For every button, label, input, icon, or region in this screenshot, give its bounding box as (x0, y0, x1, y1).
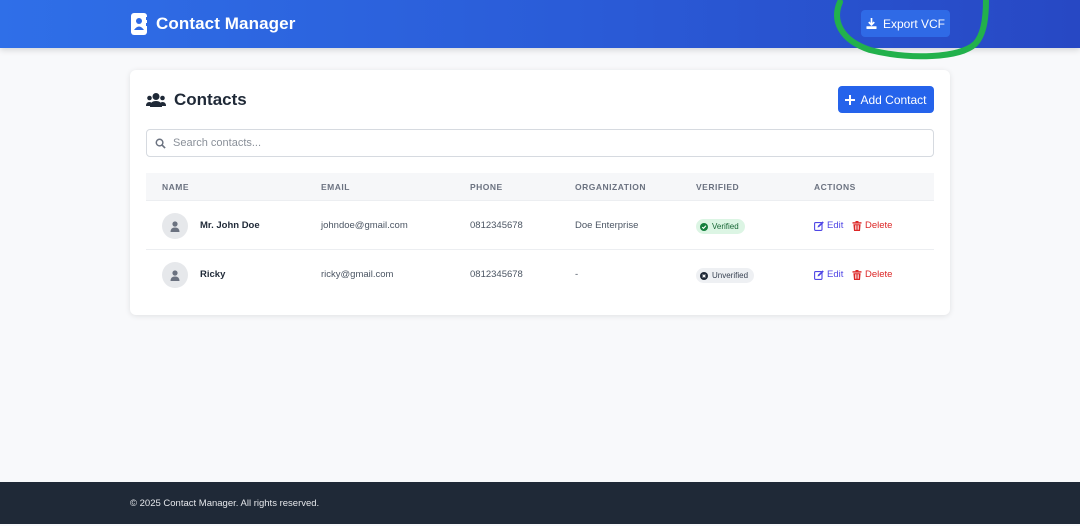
contact-name: Ricky (200, 269, 226, 280)
contacts-card: Contacts Add Contact Name Email Phone Or… (130, 70, 950, 315)
column-header-email: Email (321, 182, 350, 192)
search-box (146, 129, 934, 157)
delete-button[interactable]: Delete (852, 250, 892, 299)
search-input[interactable] (173, 130, 923, 156)
delete-label: Delete (865, 220, 893, 231)
card-header: Contacts (146, 90, 247, 110)
avatar (162, 213, 188, 239)
plus-icon (845, 94, 856, 105)
table-row: Ricky ricky@gmail.com 0812345678 - Unver… (146, 250, 934, 299)
navbar: Contact Manager Export VCF (0, 0, 1080, 48)
search-icon (155, 138, 166, 149)
check-circle-icon (700, 222, 708, 231)
table-row: Mr. John Doe johndoe@gmail.com 081234567… (146, 201, 934, 250)
edit-button[interactable]: Edit (814, 201, 843, 250)
app-title: Contact Manager (156, 14, 296, 33)
export-vcf-button[interactable]: Export VCF (861, 10, 950, 37)
user-icon (170, 220, 180, 232)
add-contact-label: Add Contact (860, 92, 927, 107)
contact-phone: 0812345678 (470, 269, 523, 280)
export-vcf-label: Export VCF (882, 16, 945, 31)
edit-label: Edit (827, 269, 844, 280)
delete-label: Delete (865, 269, 893, 280)
column-header-name: Name (162, 182, 190, 192)
column-header-verified: Verified (696, 182, 740, 192)
edit-label: Edit (827, 220, 844, 231)
contact-organization: - (575, 269, 579, 280)
trash-icon (852, 269, 862, 280)
trash-icon (852, 220, 862, 231)
add-contact-button[interactable]: Add Contact (838, 86, 934, 113)
card-title: Contacts (174, 90, 247, 109)
brand[interactable]: Contact Manager (130, 12, 295, 36)
x-circle-icon (700, 271, 708, 280)
delete-button[interactable]: Delete (852, 201, 892, 250)
users-icon (146, 93, 166, 107)
status-badge-label: Verified (712, 222, 739, 231)
status-badge: Unverified (696, 268, 755, 283)
status-badge-label: Unverified (712, 271, 749, 280)
edit-icon (814, 269, 824, 280)
contact-organization: Doe Enterprise (575, 220, 639, 231)
user-icon (170, 269, 180, 281)
contact-phone: 0812345678 (470, 220, 523, 231)
footer-copyright: © 2025 Contact Manager. All rights reser… (130, 498, 320, 509)
contact-name: Mr. John Doe (200, 220, 260, 231)
column-header-phone: Phone (470, 182, 503, 192)
column-header-organization: Organization (575, 182, 647, 192)
column-header-actions: Actions (814, 182, 856, 192)
address-book-icon (131, 13, 148, 35)
contact-email: johndoe@gmail.com (321, 220, 408, 231)
edit-icon (814, 220, 824, 231)
edit-button[interactable]: Edit (814, 250, 843, 299)
download-icon (866, 18, 877, 29)
table-header: Name Email Phone Organization Verified A… (146, 173, 934, 201)
avatar (162, 262, 188, 288)
status-badge: Verified (696, 219, 745, 234)
contact-email: ricky@gmail.com (321, 269, 394, 280)
footer: © 2025 Contact Manager. All rights reser… (0, 482, 1080, 524)
